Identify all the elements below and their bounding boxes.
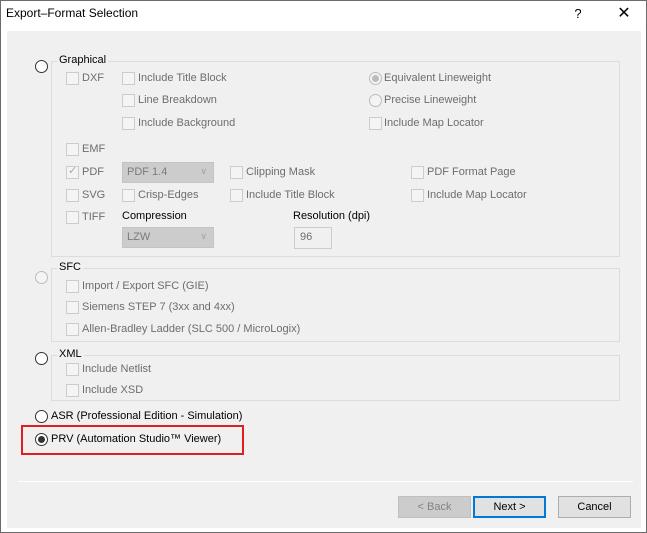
prv-label[interactable]: PRV (Automation Studio™ Viewer) bbox=[51, 433, 221, 445]
close-icon: ✕ bbox=[617, 5, 631, 22]
chevron-down-icon: ∨ bbox=[200, 231, 207, 241]
include-netlist-label: Include Netlist bbox=[82, 363, 152, 375]
close-button[interactable]: ✕ bbox=[608, 1, 640, 27]
precise-lineweight-radio[interactable] bbox=[369, 94, 382, 107]
pdf-version-select[interactable]: PDF 1.4 ∨ bbox=[122, 162, 214, 183]
include-xsd-checkbox[interactable] bbox=[66, 384, 79, 397]
dxf-line-breakdown-label: Line Breakdown bbox=[138, 94, 217, 106]
sfc-gie-checkbox[interactable] bbox=[66, 280, 79, 293]
title-bar: Export–Format Selection ? ✕ bbox=[1, 1, 646, 27]
equivalent-lineweight-label: Equivalent Lineweight bbox=[384, 72, 492, 84]
include-xsd-label: Include XSD bbox=[82, 384, 144, 396]
sfc-gie-label: Import / Export SFC (GIE) bbox=[82, 280, 209, 292]
emf-checkbox[interactable] bbox=[66, 143, 79, 156]
help-button[interactable]: ? bbox=[564, 1, 592, 27]
dxf-include-background-label: Include Background bbox=[138, 117, 236, 129]
dialog-title: Export–Format Selection bbox=[6, 6, 139, 20]
compression-select[interactable]: LZW ∨ bbox=[122, 227, 214, 248]
footer-divider bbox=[18, 481, 633, 482]
equivalent-lineweight-radio[interactable] bbox=[369, 72, 382, 85]
siemens-step7-checkbox[interactable] bbox=[66, 301, 79, 314]
resolution-label: Resolution (dpi) bbox=[293, 210, 371, 222]
emf-label: EMF bbox=[82, 143, 106, 155]
graphical-radio[interactable] bbox=[35, 60, 48, 73]
clipping-mask-label: Clipping Mask bbox=[246, 166, 316, 178]
chevron-down-icon: ∨ bbox=[200, 166, 207, 176]
sfc-radio[interactable] bbox=[35, 271, 48, 284]
svg-include-map-locator-label: Include Map Locator bbox=[427, 189, 527, 201]
siemens-step7-label: Siemens STEP 7 (3xx and 4xx) bbox=[82, 301, 235, 313]
pdf-label: PDF bbox=[82, 166, 104, 178]
export-format-dialog: Export–Format Selection ? ✕ Graphical DX… bbox=[0, 0, 647, 533]
dxf-include-map-locator-checkbox[interactable] bbox=[369, 117, 382, 130]
compression-value: LZW bbox=[127, 231, 151, 243]
prv-radio[interactable] bbox=[35, 433, 48, 446]
svg-include-map-locator-checkbox[interactable] bbox=[411, 189, 424, 202]
xml-radio[interactable] bbox=[35, 352, 48, 365]
clipping-mask-checkbox[interactable] bbox=[230, 166, 243, 179]
dxf-label: DXF bbox=[82, 72, 104, 84]
dxf-include-map-locator-label: Include Map Locator bbox=[384, 117, 484, 129]
svg-include-title-block-label: Include Title Block bbox=[246, 189, 335, 201]
allen-bradley-label: Allen-Bradley Ladder (SLC 500 / MicroLog… bbox=[82, 323, 301, 335]
resolution-input[interactable]: 96 bbox=[294, 227, 332, 249]
svg-label: SVG bbox=[82, 189, 106, 201]
precise-lineweight-label: Precise Lineweight bbox=[384, 94, 477, 106]
asr-radio[interactable] bbox=[35, 410, 48, 423]
svg-include-title-block-checkbox[interactable] bbox=[230, 189, 243, 202]
tiff-label: TIFF bbox=[82, 211, 106, 223]
crisp-edges-checkbox[interactable] bbox=[122, 189, 135, 202]
tiff-checkbox[interactable] bbox=[66, 211, 79, 224]
allen-bradley-checkbox[interactable] bbox=[66, 323, 79, 336]
pdf-checkbox[interactable]: ✓ bbox=[66, 165, 79, 179]
dxf-include-title-block-label: Include Title Block bbox=[138, 72, 227, 84]
pdf-version-value: PDF 1.4 bbox=[127, 166, 168, 178]
dxf-line-breakdown-checkbox[interactable] bbox=[122, 94, 135, 107]
dxf-include-title-block-checkbox[interactable] bbox=[122, 72, 135, 85]
next-button[interactable]: Next > bbox=[473, 496, 546, 518]
dialog-body: Graphical DXF Include Title Block Line B… bbox=[7, 31, 641, 528]
back-button[interactable]: < Back bbox=[398, 496, 471, 518]
graphical-group-label: Graphical bbox=[57, 54, 109, 66]
svg-checkbox[interactable] bbox=[66, 189, 79, 202]
pdf-format-page-label: PDF Format Page bbox=[427, 166, 516, 178]
asr-label[interactable]: ASR (Professional Edition - Simulation) bbox=[51, 410, 242, 422]
cancel-button[interactable]: Cancel bbox=[558, 496, 631, 518]
dxf-include-background-checkbox[interactable] bbox=[122, 117, 135, 130]
xml-group-label: XML bbox=[57, 348, 84, 360]
dxf-checkbox[interactable] bbox=[66, 72, 79, 85]
compression-label: Compression bbox=[122, 210, 187, 222]
crisp-edges-label: Crisp-Edges bbox=[138, 189, 199, 201]
include-netlist-checkbox[interactable] bbox=[66, 363, 79, 376]
sfc-group-label: SFC bbox=[57, 261, 83, 273]
pdf-format-page-checkbox[interactable] bbox=[411, 166, 424, 179]
check-icon: ✓ bbox=[68, 165, 78, 177]
